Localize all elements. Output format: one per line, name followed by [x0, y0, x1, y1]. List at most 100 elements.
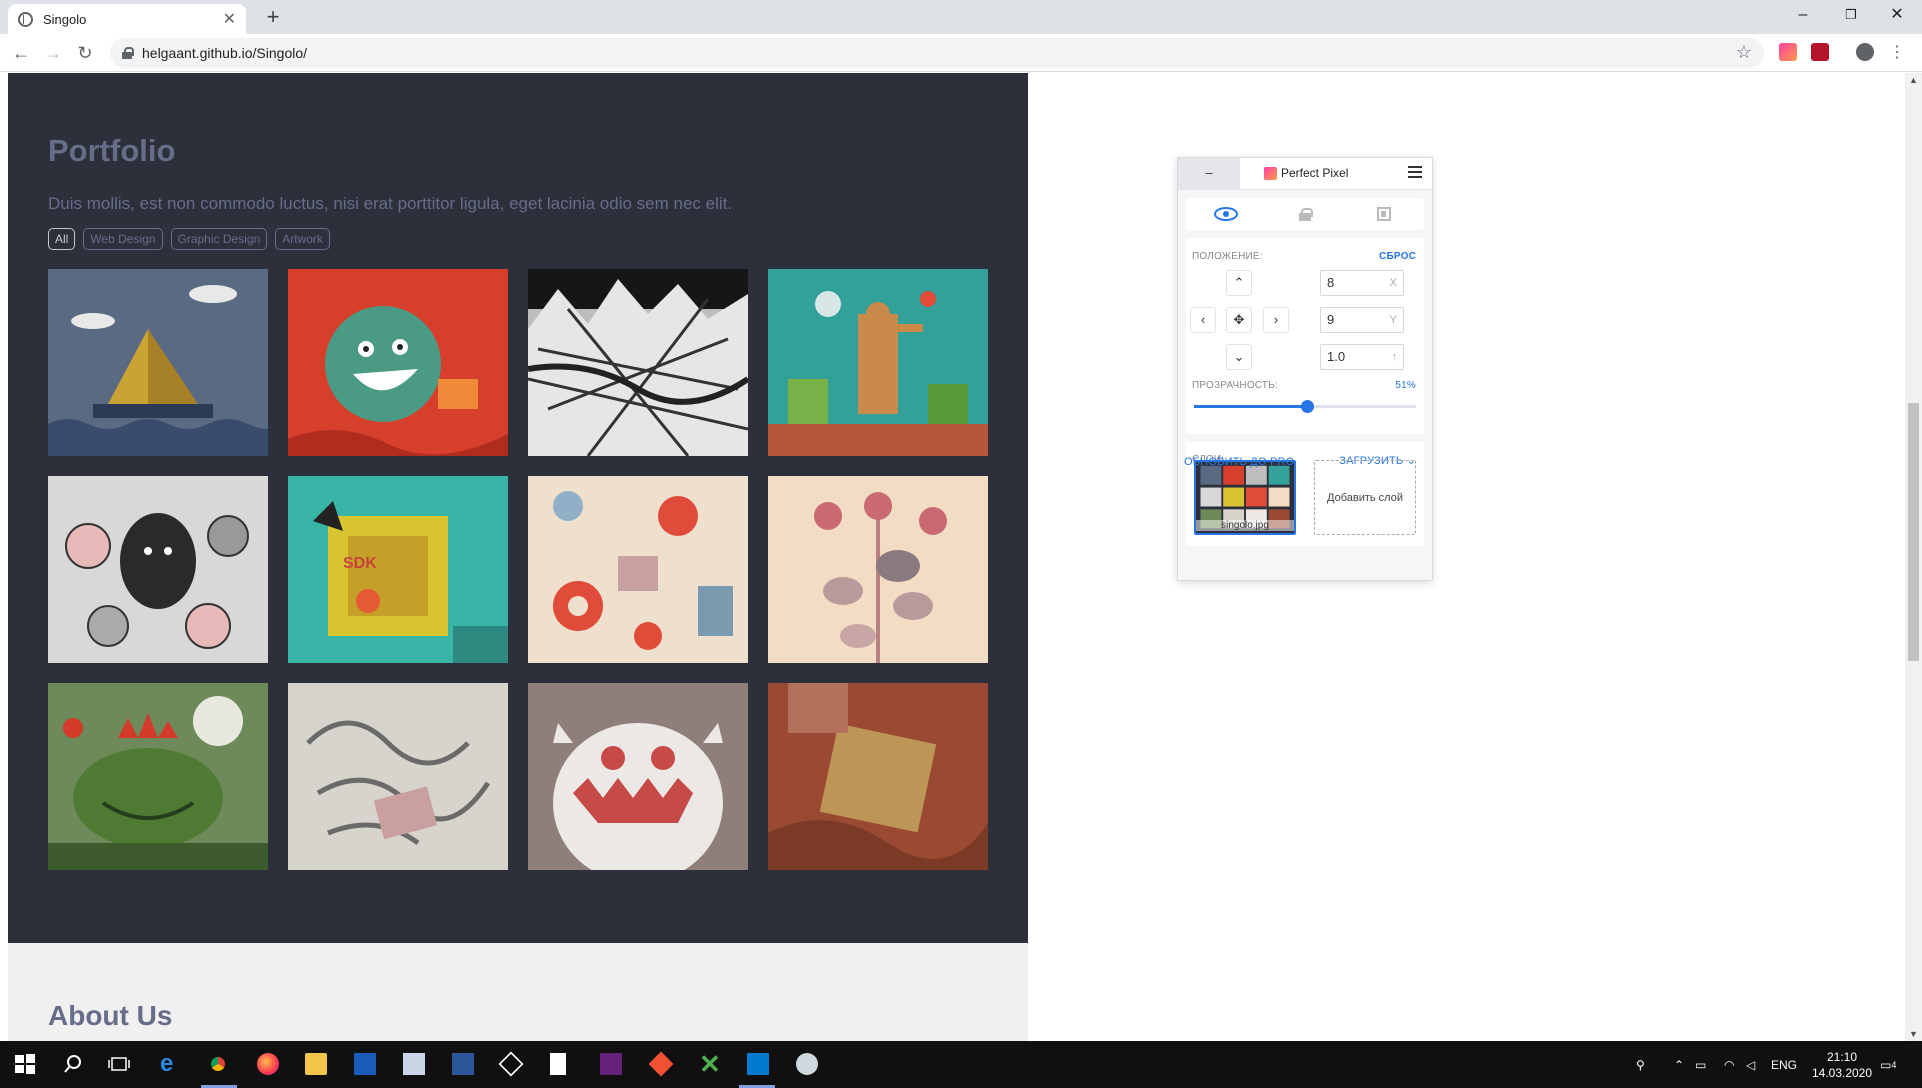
word-app-icon[interactable] [452, 1053, 474, 1075]
scroll-down-icon[interactable]: ▼ [1909, 1029, 1918, 1039]
portfolio-image-ribbon-lettering[interactable] [288, 683, 508, 870]
portfolio-grid: SDK [48, 269, 988, 870]
y-position-input[interactable]: 9Y [1320, 307, 1404, 333]
minimize-window-button[interactable]: – [1780, 0, 1826, 34]
scrollbar-thumb[interactable] [1908, 403, 1919, 661]
portfolio-filters: All Web Design Graphic Design Artwork [48, 228, 330, 250]
reset-button[interactable]: СБРОС [1379, 251, 1416, 262]
language-indicator[interactable]: ENG [1771, 1041, 1797, 1088]
lock-icon [1298, 208, 1313, 221]
clock-time: 21:10 [1826, 1049, 1858, 1064]
back-button[interactable]: ← [8, 40, 34, 66]
clock-date: 14.03.2020 [1811, 1065, 1873, 1080]
windows-start-icon[interactable] [14, 1053, 36, 1075]
chrome-icon[interactable] [207, 1053, 229, 1075]
move-down-button[interactable]: ⌄ [1226, 344, 1252, 370]
move-center-button[interactable]: ✥ [1226, 307, 1252, 333]
layer-name: singolo.jpg [1196, 520, 1294, 531]
visual-studio-icon[interactable] [600, 1053, 622, 1075]
scroll-up-icon[interactable]: ▲ [1909, 75, 1918, 85]
calendar-app-icon[interactable] [354, 1053, 376, 1075]
tab-invert[interactable] [1344, 198, 1423, 230]
reload-button[interactable]: ↻ [72, 40, 98, 66]
portfolio-image-sdk[interactable]: SDK [288, 476, 508, 663]
document-icon[interactable] [550, 1053, 566, 1075]
page-scrollbar[interactable]: ▲ ▼ [1905, 73, 1922, 1041]
pp-header: – Perfect Pixel [1178, 158, 1432, 190]
hamburger-menu-icon[interactable] [1408, 166, 1422, 178]
browser-tab[interactable]: Singolo ✕ [8, 4, 246, 34]
move-up-button[interactable]: ⌃ [1226, 270, 1252, 296]
scale-input[interactable]: 1.0 ↑ [1320, 344, 1404, 370]
url-text: helgaant.github.io/Singolo/ [142, 45, 308, 61]
filter-artwork[interactable]: Artwork [275, 228, 330, 250]
perfect-pixel-logo-icon [1264, 166, 1277, 180]
portfolio-section: Portfolio Duis mollis, est non commodo l… [8, 73, 1028, 943]
scale-icon: ↑ [1391, 351, 1398, 363]
volume-icon[interactable]: ◁ [1746, 1041, 1755, 1088]
portfolio-image-brown-collage[interactable] [768, 683, 988, 870]
y-value: 9 [1327, 312, 1335, 327]
file-explorer-icon[interactable] [305, 1053, 327, 1075]
forward-button[interactable]: → [40, 40, 66, 66]
ublock-extension-icon[interactable] [1811, 43, 1829, 61]
perfect-pixel-extension-icon[interactable] [1779, 43, 1797, 61]
opacity-value: 51% [1395, 380, 1416, 391]
clock[interactable]: 21:10 14.03.2020 [1810, 1041, 1874, 1088]
opacity-slider[interactable] [1194, 400, 1416, 413]
portfolio-image-sailboat[interactable] [48, 269, 268, 456]
about-section: About Us [8, 943, 1028, 1041]
vscode-icon[interactable] [747, 1053, 769, 1075]
filter-web-design[interactable]: Web Design [83, 228, 163, 250]
portfolio-image-robot-pattern[interactable] [528, 476, 748, 663]
eye-icon [1213, 207, 1238, 221]
y-label: Y [1389, 314, 1397, 326]
tab-lock[interactable] [1265, 198, 1344, 230]
search-icon[interactable] [62, 1053, 84, 1075]
profile-avatar-icon[interactable] [1856, 43, 1874, 61]
address-bar[interactable]: helgaant.github.io/Singolo/ ☆ [110, 38, 1764, 68]
portfolio-image-red-character[interactable] [288, 269, 508, 456]
xmind-icon[interactable]: ✕ [699, 1051, 721, 1077]
invert-icon [1376, 207, 1391, 221]
portfolio-image-robot[interactable] [768, 269, 988, 456]
firefox-icon[interactable] [257, 1053, 279, 1075]
portfolio-image-doodle-monsters[interactable] [48, 476, 268, 663]
x-position-input[interactable]: 8X [1320, 270, 1404, 296]
opacity-slider-fill [1194, 405, 1308, 408]
portfolio-image-birds-flowers[interactable] [768, 476, 988, 663]
pp-minimize-button[interactable]: – [1178, 158, 1240, 190]
notifications-icon[interactable]: ▭ 4 [1880, 1041, 1896, 1088]
3d-viewer-icon[interactable] [498, 1051, 524, 1077]
maximize-window-button[interactable]: ❐ [1828, 0, 1874, 34]
chrome-menu-icon[interactable]: ⋮ [1884, 40, 1910, 66]
new-tab-button[interactable]: + [260, 4, 286, 30]
portfolio-image-ink-city[interactable] [528, 269, 748, 456]
add-layer-button[interactable]: Добавить слой [1314, 460, 1416, 535]
opacity-label: ПРОЗРАЧНОСТЬ: [1192, 380, 1278, 391]
move-right-button[interactable]: › [1263, 307, 1289, 333]
portfolio-image-green-monster[interactable] [48, 683, 268, 870]
notepad-app-icon[interactable] [403, 1053, 425, 1075]
tab-visibility[interactable] [1186, 198, 1265, 230]
close-window-button[interactable]: ✕ [1874, 0, 1920, 34]
edge-browser-icon[interactable]: e [160, 1052, 182, 1076]
tray-expand-icon[interactable]: ⌃ [1674, 1041, 1684, 1088]
browser-toolbar: ← → ↻ helgaant.github.io/Singolo/ ☆ ⋮ [0, 34, 1922, 72]
filter-all[interactable]: All [48, 228, 76, 250]
battery-icon[interactable]: ▭ [1695, 1041, 1706, 1088]
portfolio-image-white-monster[interactable] [528, 683, 748, 870]
git-icon[interactable] [648, 1051, 674, 1077]
lock-icon [122, 47, 134, 59]
tab-close-icon[interactable]: ✕ [223, 9, 236, 29]
wifi-icon[interactable]: ◠ [1724, 1041, 1734, 1088]
task-view-icon[interactable] [108, 1053, 130, 1075]
filter-graphic-design[interactable]: Graphic Design [170, 228, 268, 250]
portfolio-subtitle: Duis mollis, est non commodo luctus, nis… [48, 194, 733, 213]
layer-thumbnail[interactable]: singolo.jpg [1194, 460, 1296, 535]
move-left-button[interactable]: ‹ [1190, 307, 1216, 333]
bookmark-star-icon[interactable]: ☆ [1736, 42, 1752, 63]
upgrade-pro-link[interactable]: ОБНОВИТЬ ДО PRO [1184, 456, 1294, 468]
people-icon[interactable]: ⚲ [1636, 1041, 1645, 1088]
paint-app-icon[interactable] [796, 1053, 818, 1075]
